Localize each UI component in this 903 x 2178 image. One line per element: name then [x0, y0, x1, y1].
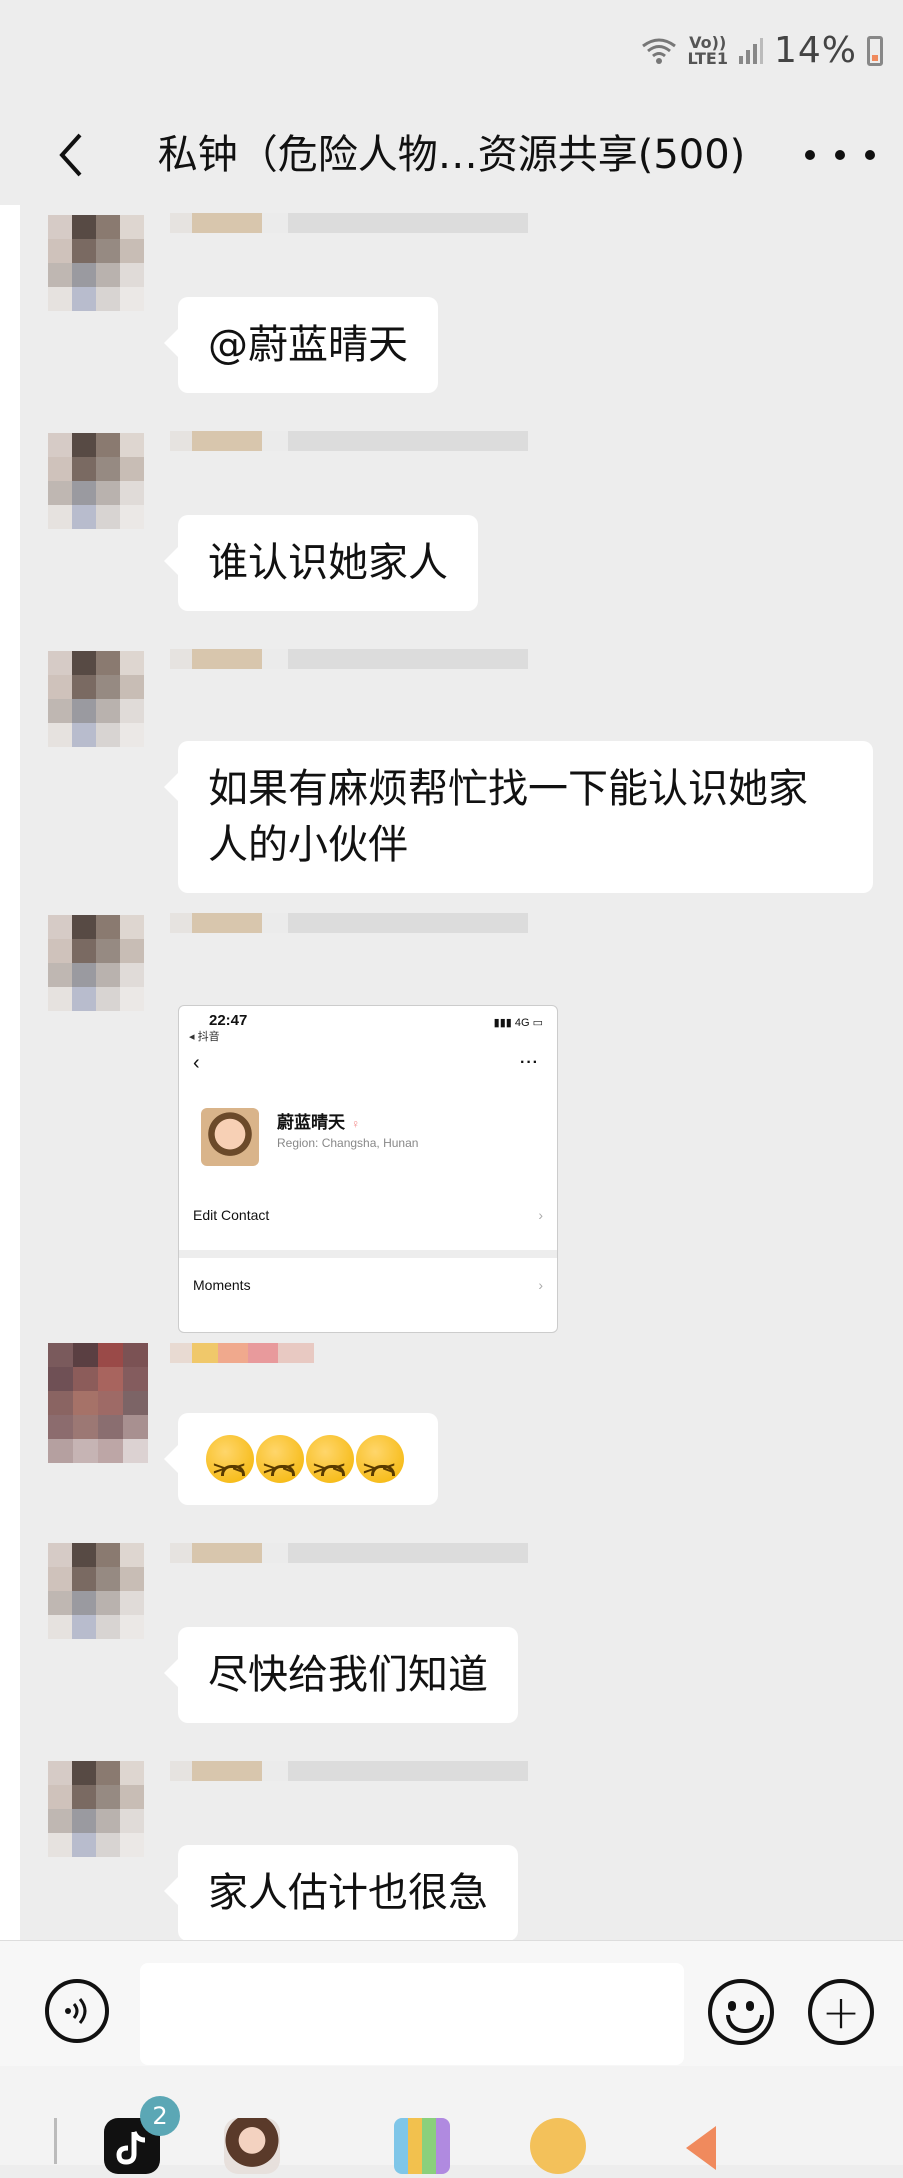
chevron-right-icon: ›	[538, 1207, 543, 1223]
message-list[interactable]: @蔚蓝晴天 谁认识她家人 如果有麻烦帮忙找一下能认识她家人的小伙伴 22:47 …	[0, 205, 903, 1940]
voice-icon[interactable]	[45, 1979, 109, 2043]
sender-name-blurred	[170, 1343, 530, 1383]
message-input-bar: +	[0, 1940, 903, 2066]
sender-name-blurred	[170, 213, 530, 253]
avatar[interactable]	[48, 651, 144, 747]
angry-crying-emoji-icon	[256, 1435, 304, 1497]
angry-crying-emoji-icon	[356, 1435, 404, 1497]
screenshot-time: 22:47	[209, 1012, 248, 1029]
angry-crying-emoji-icon	[206, 1435, 254, 1497]
contact-region: Region: Changsha, Hunan	[277, 1136, 419, 1150]
sender-name-blurred	[170, 649, 530, 689]
screenshot-back-icon: ‹	[193, 1052, 200, 1074]
network-type-label: Vo)) LTE1	[687, 32, 728, 68]
screenshot-signal: ▮▮▮ 4G ▭	[493, 1017, 543, 1029]
battery-percentage: 14%	[773, 30, 857, 71]
orange-arrow-app-icon[interactable]	[676, 2118, 732, 2174]
screenshot-more-icon: ···	[520, 1054, 539, 1071]
avatar[interactable]	[48, 1761, 144, 1857]
chat-header: 私钟（危险人物…资源共享(500)	[0, 105, 903, 205]
message-bubble[interactable]: @蔚蓝晴天	[164, 297, 438, 393]
avatar[interactable]	[48, 915, 144, 1011]
angry-crying-emoji-icon	[306, 1435, 354, 1497]
battery-icon	[867, 35, 883, 66]
image-message-screenshot[interactable]: 22:47 ◂ 抖音 ▮▮▮ 4G ▭ ‹ ··· 蔚蓝晴天 ♀ Region: …	[178, 1005, 558, 1333]
avatar[interactable]	[48, 1543, 144, 1639]
avatar[interactable]	[48, 1343, 148, 1463]
contact-avatar	[201, 1108, 259, 1166]
female-icon: ♀	[351, 1117, 360, 1131]
colorful-app-icon[interactable]	[394, 2118, 450, 2174]
side-strip	[0, 205, 20, 1940]
emoji-icon[interactable]	[708, 1979, 774, 2045]
message-bubble[interactable]: 谁认识她家人	[164, 515, 478, 611]
avatar[interactable]	[48, 433, 144, 529]
chat-title: 私钟（危险人物…资源共享(500)	[157, 132, 746, 178]
message-bubble[interactable]: 如果有麻烦帮忙找一下能认识她家人的小伙伴	[164, 741, 873, 893]
screenshot-source-app: ◂ 抖音	[189, 1031, 220, 1043]
bear-app-icon[interactable]	[530, 2118, 586, 2174]
avatar[interactable]	[48, 215, 144, 311]
sender-name-blurred	[170, 913, 530, 953]
signal-icon	[738, 37, 763, 64]
message-input[interactable]	[140, 1963, 684, 2065]
more-options-icon[interactable]	[805, 127, 875, 183]
contact-name: 蔚蓝晴天 ♀	[277, 1113, 360, 1132]
section-divider	[179, 1250, 557, 1258]
sender-name-blurred	[170, 431, 530, 471]
app-dock: 2	[0, 2066, 903, 2174]
message-bubble[interactable]: 尽快给我们知道	[164, 1627, 518, 1723]
chevron-right-icon: ›	[538, 1277, 543, 1293]
emoji-message-bubble[interactable]	[164, 1413, 438, 1505]
sender-name-blurred	[170, 1543, 530, 1583]
sender-name-blurred	[170, 1761, 530, 1801]
edit-contact-row: Edit Contact ›	[193, 1207, 543, 1223]
plus-icon[interactable]: +	[808, 1979, 874, 2045]
status-bar: Vo)) LTE1 14%	[0, 0, 903, 105]
moments-row: Moments ›	[193, 1277, 543, 1293]
game-avatar-app-icon[interactable]	[224, 2118, 280, 2174]
message-bubble[interactable]: 家人估计也很急	[164, 1845, 518, 1940]
dock-divider	[54, 2118, 57, 2164]
wifi-icon	[642, 38, 677, 64]
notification-badge: 2	[140, 2096, 180, 2136]
status-icons: Vo)) LTE1 14%	[641, 30, 883, 71]
